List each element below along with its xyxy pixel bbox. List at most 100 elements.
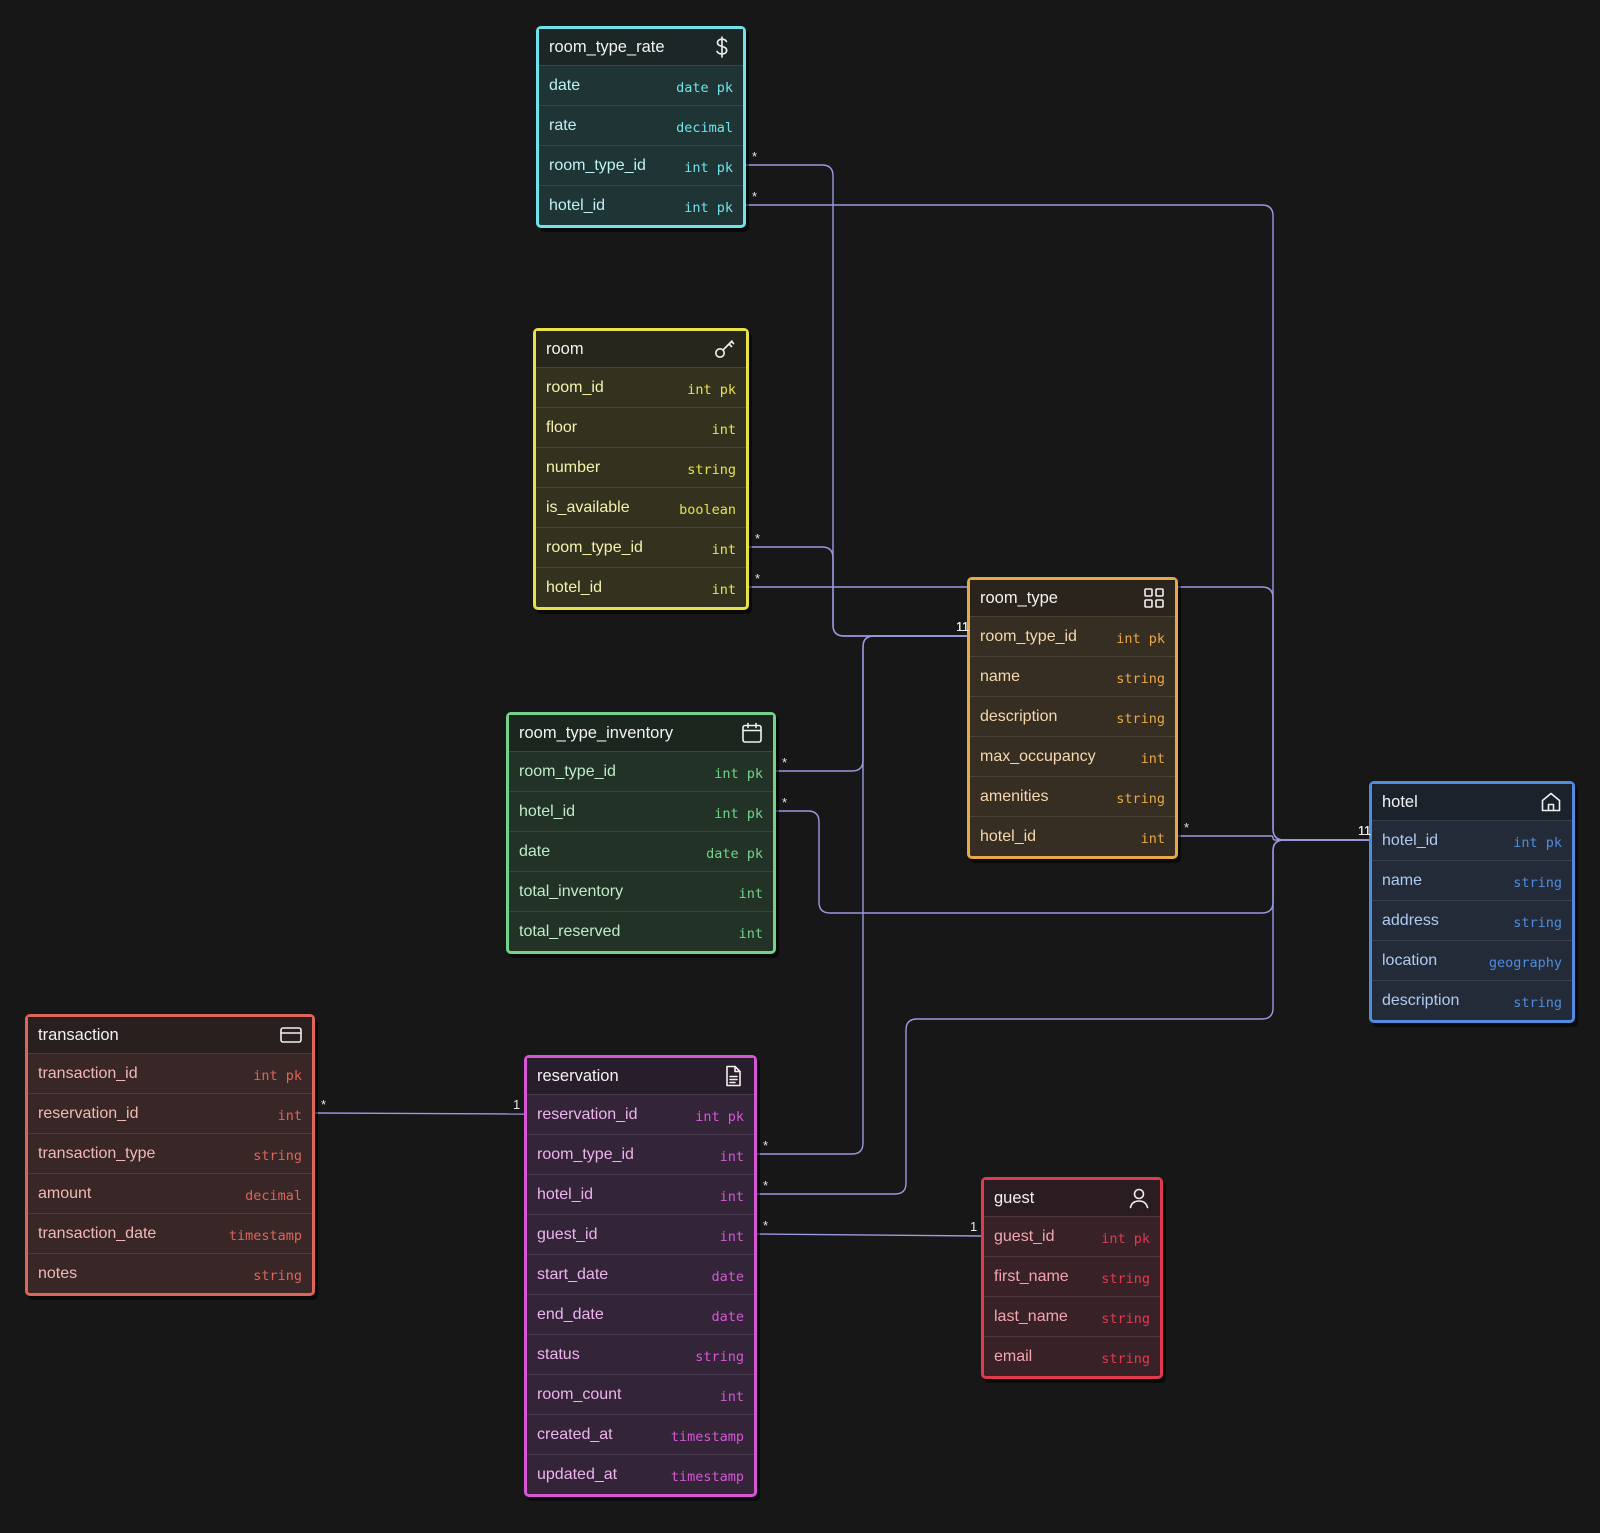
field-name: room_count <box>537 1385 622 1403</box>
field-name: hotel_id <box>537 1185 594 1203</box>
field-row[interactable]: room_count int <box>527 1374 754 1414</box>
field-row[interactable]: total_reserved int <box>509 911 773 951</box>
dollar-icon <box>710 35 734 59</box>
field-row[interactable]: hotel_id int pk <box>509 791 773 831</box>
field-row[interactable]: room_id int pk <box>536 367 746 407</box>
field-type: int <box>1140 750 1165 767</box>
table-header[interactable]: reservation <box>527 1058 754 1094</box>
field-row[interactable]: reservation_id int pk <box>527 1094 754 1134</box>
table-guest[interactable]: guest guest_id int pk first_name string last_… <box>981 1177 1163 1379</box>
field-name: hotel_id <box>1382 831 1439 849</box>
field-name: name <box>980 667 1021 685</box>
field-row[interactable]: is_available boolean <box>536 487 746 527</box>
field-type: string <box>1513 914 1562 931</box>
field-name: updated_at <box>537 1465 618 1483</box>
field-row[interactable]: transaction_id int pk <box>28 1053 312 1093</box>
field-row[interactable]: name string <box>1372 860 1572 900</box>
field-row[interactable]: location geography <box>1372 940 1572 980</box>
table-header[interactable]: room_type_inventory <box>509 715 773 751</box>
field-name: room_type_id <box>980 627 1077 645</box>
field-row[interactable]: date date pk <box>539 65 743 105</box>
field-row[interactable]: amount decimal <box>28 1173 312 1213</box>
field-row[interactable]: reservation_id int <box>28 1093 312 1133</box>
field-row[interactable]: notes string <box>28 1253 312 1293</box>
field-name: room_id <box>546 378 604 396</box>
field-row[interactable]: hotel_id int <box>536 567 746 607</box>
table-room-type-inventory[interactable]: room_type_inventory room_type_id int pk hot… <box>506 712 776 954</box>
field-row[interactable]: room_type_id int <box>527 1134 754 1174</box>
field-type: int <box>711 421 736 438</box>
field-row[interactable]: room_type_id int <box>536 527 746 567</box>
table-header[interactable]: room <box>536 331 746 367</box>
relation-line <box>757 839 1369 1195</box>
field-type: int <box>719 1148 744 1165</box>
table-title: reservation <box>537 1066 619 1085</box>
field-type: string <box>1101 1350 1150 1367</box>
field-row[interactable]: rate decimal <box>539 105 743 145</box>
field-type: timestamp <box>670 1468 744 1485</box>
field-row[interactable]: name string <box>970 656 1175 696</box>
field-row[interactable]: updated_at timestamp <box>527 1454 754 1494</box>
field-row[interactable]: floor int <box>536 407 746 447</box>
field-row[interactable]: room_type_id int pk <box>539 145 743 185</box>
relation-line <box>314 1112 525 1115</box>
cardinality-many: * <box>782 755 788 770</box>
table-header[interactable]: transaction <box>28 1017 312 1053</box>
field-type: int <box>738 885 763 902</box>
field-row[interactable]: address string <box>1372 900 1572 940</box>
field-row[interactable]: guest_id int <box>527 1214 754 1254</box>
table-header[interactable]: room_type <box>970 580 1175 616</box>
table-room[interactable]: room room_id int pk floor int number string is_… <box>533 328 749 610</box>
field-name: hotel_id <box>980 827 1037 845</box>
field-type: decimal <box>676 119 733 136</box>
relation-line <box>746 164 967 637</box>
field-row[interactable]: max_occupancy int <box>970 736 1175 776</box>
field-row[interactable]: end_date date <box>527 1294 754 1334</box>
field-type: int pk <box>695 1108 744 1125</box>
table-reservation[interactable]: reservation reservation_id int pk room_type… <box>524 1055 757 1497</box>
field-row[interactable]: description string <box>1372 980 1572 1020</box>
field-row[interactable]: last_name string <box>984 1296 1160 1336</box>
field-type: int <box>738 925 763 942</box>
field-type: int <box>1140 830 1165 847</box>
field-name: notes <box>38 1264 78 1282</box>
field-row[interactable]: guest_id int pk <box>984 1216 1160 1256</box>
field-row[interactable]: date date pk <box>509 831 773 871</box>
relation-line <box>776 635 967 772</box>
table-room-type-rate[interactable]: room_type_rate date date pk rate decimal room… <box>536 26 746 228</box>
cardinality-many: * <box>763 1138 769 1153</box>
cardinality-many: * <box>782 795 788 810</box>
table-header[interactable]: room_type_rate <box>539 29 743 65</box>
field-name: name <box>1382 871 1423 889</box>
cardinality-many: * <box>321 1097 327 1112</box>
table-hotel[interactable]: hotel hotel_id int pk name string address stri… <box>1369 781 1575 1023</box>
field-row[interactable]: start_date date <box>527 1254 754 1294</box>
field-name: reservation_id <box>38 1104 139 1122</box>
field-row[interactable]: hotel_id int pk <box>539 185 743 225</box>
field-row[interactable]: room_type_id int pk <box>970 616 1175 656</box>
table-transaction[interactable]: transaction transaction_id int pk reservati… <box>25 1014 315 1296</box>
field-row[interactable]: transaction_type string <box>28 1133 312 1173</box>
table-header[interactable]: guest <box>984 1180 1160 1216</box>
cardinality-many: * <box>752 189 758 204</box>
field-row[interactable]: description string <box>970 696 1175 736</box>
field-type: int pk <box>714 805 763 822</box>
field-row[interactable]: hotel_id int pk <box>1372 820 1572 860</box>
field-row[interactable]: email string <box>984 1336 1160 1376</box>
field-name: room_type_id <box>549 156 646 174</box>
field-row[interactable]: created_at timestamp <box>527 1414 754 1454</box>
field-row[interactable]: total_inventory int <box>509 871 773 911</box>
field-name: room_type_id <box>537 1145 634 1163</box>
field-row[interactable]: transaction_date timestamp <box>28 1213 312 1253</box>
table-title: room <box>546 339 584 358</box>
field-row[interactable]: room_type_id int pk <box>509 751 773 791</box>
field-row[interactable]: hotel_id int <box>527 1174 754 1214</box>
field-row[interactable]: status string <box>527 1334 754 1374</box>
field-row[interactable]: amenities string <box>970 776 1175 816</box>
field-row[interactable]: hotel_id int <box>970 816 1175 856</box>
table-header[interactable]: hotel <box>1372 784 1572 820</box>
field-row[interactable]: first_name string <box>984 1256 1160 1296</box>
field-row[interactable]: number string <box>536 447 746 487</box>
field-name: total_inventory <box>519 882 624 900</box>
table-room-type[interactable]: room_type room_type_id int pk name string des… <box>967 577 1178 859</box>
